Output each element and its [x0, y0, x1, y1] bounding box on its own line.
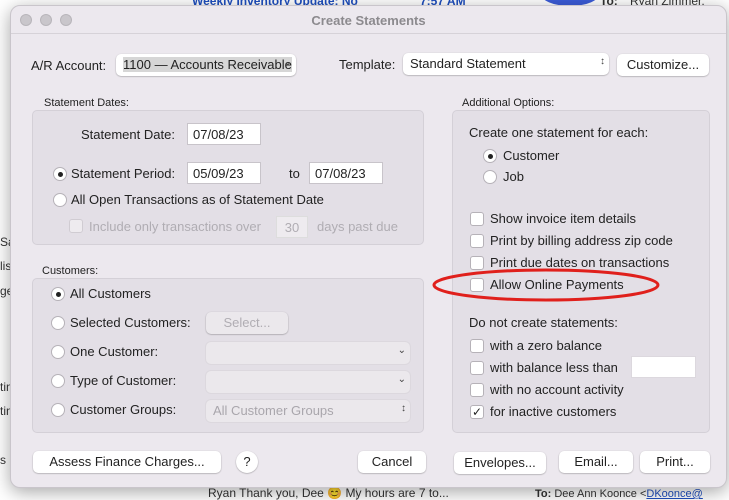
- statement-period-label: Statement Period:: [71, 166, 176, 181]
- zero-balance-checkbox[interactable]: [470, 339, 484, 353]
- print-button[interactable]: Print...: [640, 451, 710, 473]
- one-customer-radio[interactable]: [51, 345, 65, 359]
- include-only-checkbox[interactable]: [69, 219, 83, 233]
- customers-heading: Customers:: [42, 265, 99, 277]
- bg-to-line-label: To:: [535, 488, 552, 500]
- zero-balance-label: with a zero balance: [490, 338, 603, 353]
- chevron-down-icon: ⌄: [397, 374, 406, 385]
- type-of-customer-label: Type of Customer:: [70, 373, 177, 388]
- customer-groups-select[interactable]: All Customer Groups ↕: [206, 400, 410, 422]
- email-button[interactable]: Email...: [559, 451, 633, 473]
- cancel-button[interactable]: Cancel: [358, 451, 426, 473]
- statement-date-label: Statement Date:: [81, 127, 175, 142]
- no-activity-checkbox[interactable]: [470, 383, 484, 397]
- red-annotation-ellipse: [432, 268, 660, 302]
- inactive-customers-checkbox[interactable]: ✓: [470, 405, 484, 419]
- no-activity-label: with no account activity: [490, 382, 624, 397]
- all-customers-label: All Customers: [70, 286, 151, 301]
- envelopes-button[interactable]: Envelopes...: [454, 452, 546, 474]
- type-of-customer-radio[interactable]: [51, 374, 65, 388]
- template-label: Template:: [339, 57, 396, 72]
- period-from-field[interactable]: 05/09/23: [187, 162, 261, 184]
- ar-account-value: 1100 — Accounts Receivable: [123, 57, 292, 72]
- balance-less-than-label: with balance less than: [490, 360, 618, 375]
- per-job-label: Job: [503, 169, 524, 184]
- select-customers-button[interactable]: Select...: [206, 312, 288, 334]
- assess-finance-charges-button[interactable]: Assess Finance Charges...: [33, 451, 221, 473]
- period-to-field[interactable]: 07/08/23: [309, 162, 383, 184]
- ar-account-label: A/R Account:: [31, 58, 107, 73]
- all-open-transactions-label: All Open Transactions as of Statement Da…: [71, 192, 324, 207]
- up-down-chevron-icon: ↕: [401, 403, 406, 414]
- include-only-label: Include only transactions over: [89, 219, 261, 234]
- create-one-statement-label: Create one statement for each:: [469, 125, 649, 140]
- type-of-customer-select[interactable]: ⌄: [206, 371, 410, 393]
- window-title: Create Statements: [311, 13, 426, 28]
- one-customer-select[interactable]: ⌄: [206, 342, 410, 364]
- selected-customers-radio[interactable]: [51, 316, 65, 330]
- statement-dates-heading: Statement Dates:: [44, 97, 129, 109]
- create-statements-dialog: Create Statements A/R Account: 1100 — Ac…: [10, 5, 727, 488]
- to-label: to: [289, 166, 300, 181]
- show-invoice-details-label: Show invoice item details: [490, 211, 636, 226]
- title-bar[interactable]: Create Statements: [11, 6, 726, 34]
- customer-groups-value: All Customer Groups: [213, 403, 334, 418]
- all-open-transactions-radio[interactable]: [53, 193, 67, 207]
- customize-button[interactable]: Customize...: [617, 54, 709, 76]
- per-customer-radio[interactable]: [483, 149, 497, 163]
- all-customers-radio[interactable]: [51, 287, 65, 301]
- one-customer-label: One Customer:: [70, 344, 159, 359]
- bg-preview: Ryan Thank you, Dee 😊 My hours are 7 to.…: [208, 486, 449, 500]
- balance-less-than-field[interactable]: [631, 356, 696, 378]
- per-customer-label: Customer: [503, 148, 560, 163]
- customer-groups-radio[interactable]: [51, 403, 65, 417]
- print-by-zip-label: Print by billing address zip code: [490, 233, 673, 248]
- bg-fragment: s: [0, 453, 6, 467]
- chevron-down-icon: ⌄: [397, 345, 406, 356]
- statement-period-radio[interactable]: [53, 167, 67, 181]
- selected-customers-label: Selected Customers:: [70, 315, 191, 330]
- customer-groups-label: Customer Groups:: [70, 402, 177, 417]
- show-invoice-details-checkbox[interactable]: [470, 212, 484, 226]
- do-not-create-label: Do not create statements:: [469, 315, 618, 330]
- inactive-customers-label: for inactive customers: [490, 404, 617, 419]
- additional-options-heading: Additional Options:: [462, 97, 555, 109]
- up-down-chevron-icon: ↕: [600, 56, 605, 67]
- days-past-due-label: days past due: [317, 219, 398, 234]
- bg-to-line-email[interactable]: DKoonce@: [646, 488, 702, 500]
- per-job-radio[interactable]: [483, 170, 497, 184]
- template-select[interactable]: Standard Statement ↕: [403, 53, 609, 75]
- days-past-due-field[interactable]: 30: [276, 216, 308, 238]
- help-button[interactable]: ?: [236, 451, 258, 473]
- statement-date-field[interactable]: 07/08/23: [187, 123, 261, 145]
- balance-less-than-checkbox[interactable]: [470, 361, 484, 375]
- chevron-down-icon: ⌄: [283, 57, 292, 68]
- ar-account-select[interactable]: 1100 — Accounts Receivable ⌄: [116, 54, 296, 76]
- highlight-ellipse: [432, 268, 660, 302]
- print-by-zip-checkbox[interactable]: [470, 234, 484, 248]
- bg-to-line-name: Dee Ann Koonce <: [554, 488, 647, 500]
- template-value: Standard Statement: [410, 56, 526, 71]
